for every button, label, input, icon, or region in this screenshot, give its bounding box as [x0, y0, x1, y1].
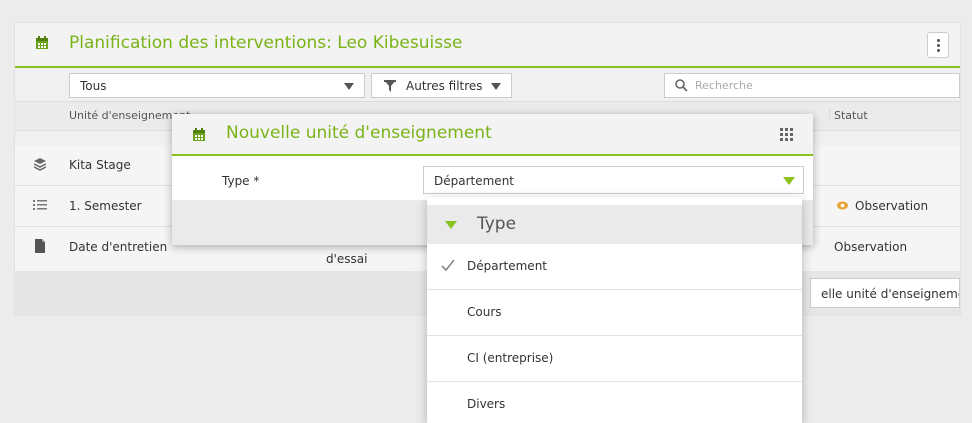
- dropdown-option-label: Département: [467, 259, 547, 273]
- checkmark-icon: [441, 259, 455, 272]
- row-status: Observation: [834, 240, 908, 254]
- scope-select[interactable]: Tous: [69, 73, 365, 98]
- dropdown-option[interactable]: CI (entreprise): [427, 336, 802, 382]
- type-select[interactable]: Département: [423, 166, 804, 194]
- dropdown-option-label: CI (entreprise): [467, 351, 554, 365]
- modal-header: Nouvelle unité d'enseignement: [172, 114, 813, 156]
- more-options-button[interactable]: [927, 32, 949, 58]
- scope-select-value: Tous: [80, 79, 107, 93]
- chevron-down-icon: [491, 83, 501, 90]
- kebab-dot-icon: [937, 39, 940, 42]
- dropdown-option-label: Divers: [467, 397, 506, 411]
- add-unit-button[interactable]: elle unité d'enseignement: [810, 278, 960, 308]
- layers-icon: [33, 158, 47, 171]
- calendar-icon: [193, 128, 205, 141]
- dropdown-option[interactable]: Divers: [427, 382, 802, 423]
- add-unit-label: elle unité d'enseignement: [821, 287, 959, 301]
- row-label: Kita Stage: [69, 158, 131, 172]
- document-icon: [35, 239, 45, 253]
- more-filters-button[interactable]: Autres filtres: [371, 73, 512, 98]
- dropdown-option-label: Cours: [467, 305, 502, 319]
- kebab-dot-icon: [937, 44, 940, 47]
- search-input[interactable]: Recherche: [664, 73, 960, 98]
- grid-menu-icon[interactable]: [780, 128, 793, 141]
- modal-title: Nouvelle unité d'enseignement: [226, 123, 492, 143]
- list-icon: [33, 200, 47, 210]
- chevron-down-icon: [344, 83, 354, 90]
- row-status: Observation: [855, 199, 929, 213]
- dropdown-option[interactable]: Cours: [427, 290, 802, 336]
- dropdown-header-label: Type: [477, 214, 517, 234]
- kebab-dot-icon: [937, 49, 940, 52]
- search-icon: [675, 79, 688, 92]
- panel-header: Planification des interventions: Leo Kib…: [15, 23, 960, 68]
- dropdown-header[interactable]: Type: [427, 205, 802, 244]
- type-field-label: Type *: [222, 174, 260, 188]
- column-status[interactable]: Statut: [829, 109, 868, 122]
- chevron-down-icon: [783, 177, 795, 185]
- dropdown-option[interactable]: Département: [427, 244, 802, 290]
- row-label: 1. Semester: [69, 199, 142, 213]
- filter-icon: [384, 80, 396, 92]
- row-extra-text: d'essai: [326, 252, 368, 266]
- more-filters-label: Autres filtres: [406, 79, 483, 93]
- filter-bar: Tous Autres filtres Recherche: [15, 68, 960, 101]
- type-select-value: Département: [434, 174, 514, 188]
- calendar-icon: [36, 36, 48, 49]
- eye-icon: [837, 201, 848, 210]
- chevron-down-icon: [445, 221, 457, 229]
- type-dropdown: Type Département Cours CI (entreprise) D…: [427, 197, 802, 423]
- page-title: Planification des interventions: Leo Kib…: [69, 33, 463, 53]
- search-placeholder: Recherche: [695, 79, 753, 92]
- row-label: Date d'entretien: [69, 240, 168, 254]
